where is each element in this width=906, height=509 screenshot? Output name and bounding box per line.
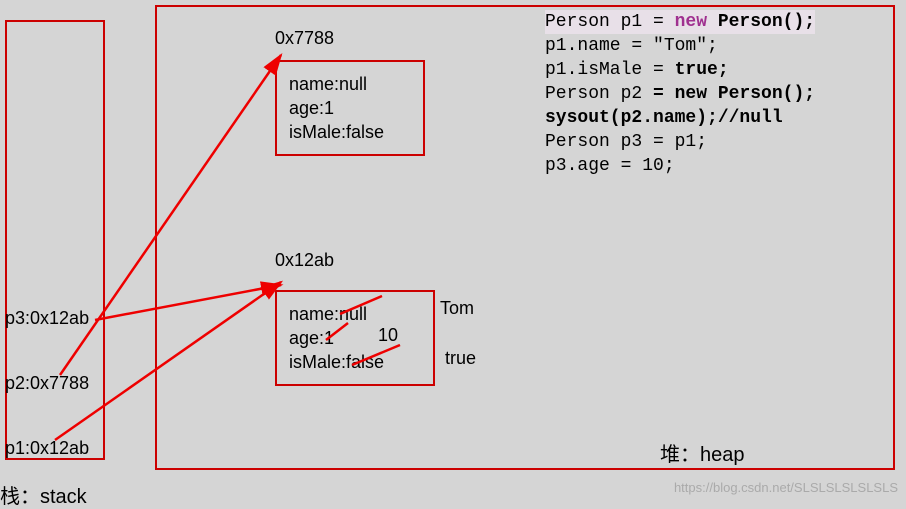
field: age:1	[289, 96, 411, 120]
code-text: Person();	[707, 12, 815, 32]
code-text: = new Person();	[653, 84, 815, 104]
field: name:null	[289, 72, 411, 96]
object-address-2: 0x12ab	[275, 250, 334, 271]
code-text: true;	[675, 60, 729, 80]
field: isMale:false	[289, 350, 421, 374]
code-keyword-new: new	[675, 12, 707, 32]
code-text: p1.isMale =	[545, 60, 675, 80]
field: isMale:false	[289, 120, 411, 144]
stack-box	[5, 20, 105, 460]
heap-label: 堆：heap	[660, 438, 745, 467]
stack-item-p2: p2:0x7788	[5, 373, 89, 394]
stack-label: 栈：stack	[0, 480, 87, 509]
code-line-2: p1.name = "Tom";	[545, 34, 885, 58]
code-line-5: sysout(p2.name);//null	[545, 106, 885, 130]
code-block: Person p1 = new Person(); p1.name = "Tom…	[545, 10, 885, 178]
code-line-1: Person p1 = new Person();	[545, 10, 885, 34]
code-line-4: Person p2 = new Person();	[545, 82, 885, 106]
stack-item-p1: p1:0x12ab	[5, 438, 89, 459]
stack-item-p3: p3:0x12ab	[5, 308, 89, 329]
field: name:null	[289, 302, 421, 326]
replacement-age: 10	[378, 325, 398, 346]
replacement-name: Tom	[440, 298, 474, 319]
code-text: Person p1 =	[545, 12, 675, 32]
code-line-6: Person p3 = p1;	[545, 130, 885, 154]
code-text: Person p2	[545, 84, 653, 104]
code-line-3: p1.isMale = true;	[545, 58, 885, 82]
object-address-1: 0x7788	[275, 28, 334, 49]
field: age:1	[289, 326, 421, 350]
replacement-ismale: true	[445, 348, 476, 369]
watermark: https://blog.csdn.net/SLSLSLSLSLSLS	[674, 480, 898, 495]
object-box-2: name:null age:1 isMale:false	[275, 290, 435, 386]
object-box-1: name:null age:1 isMale:false	[275, 60, 425, 156]
code-line-7: p3.age = 10;	[545, 154, 885, 178]
